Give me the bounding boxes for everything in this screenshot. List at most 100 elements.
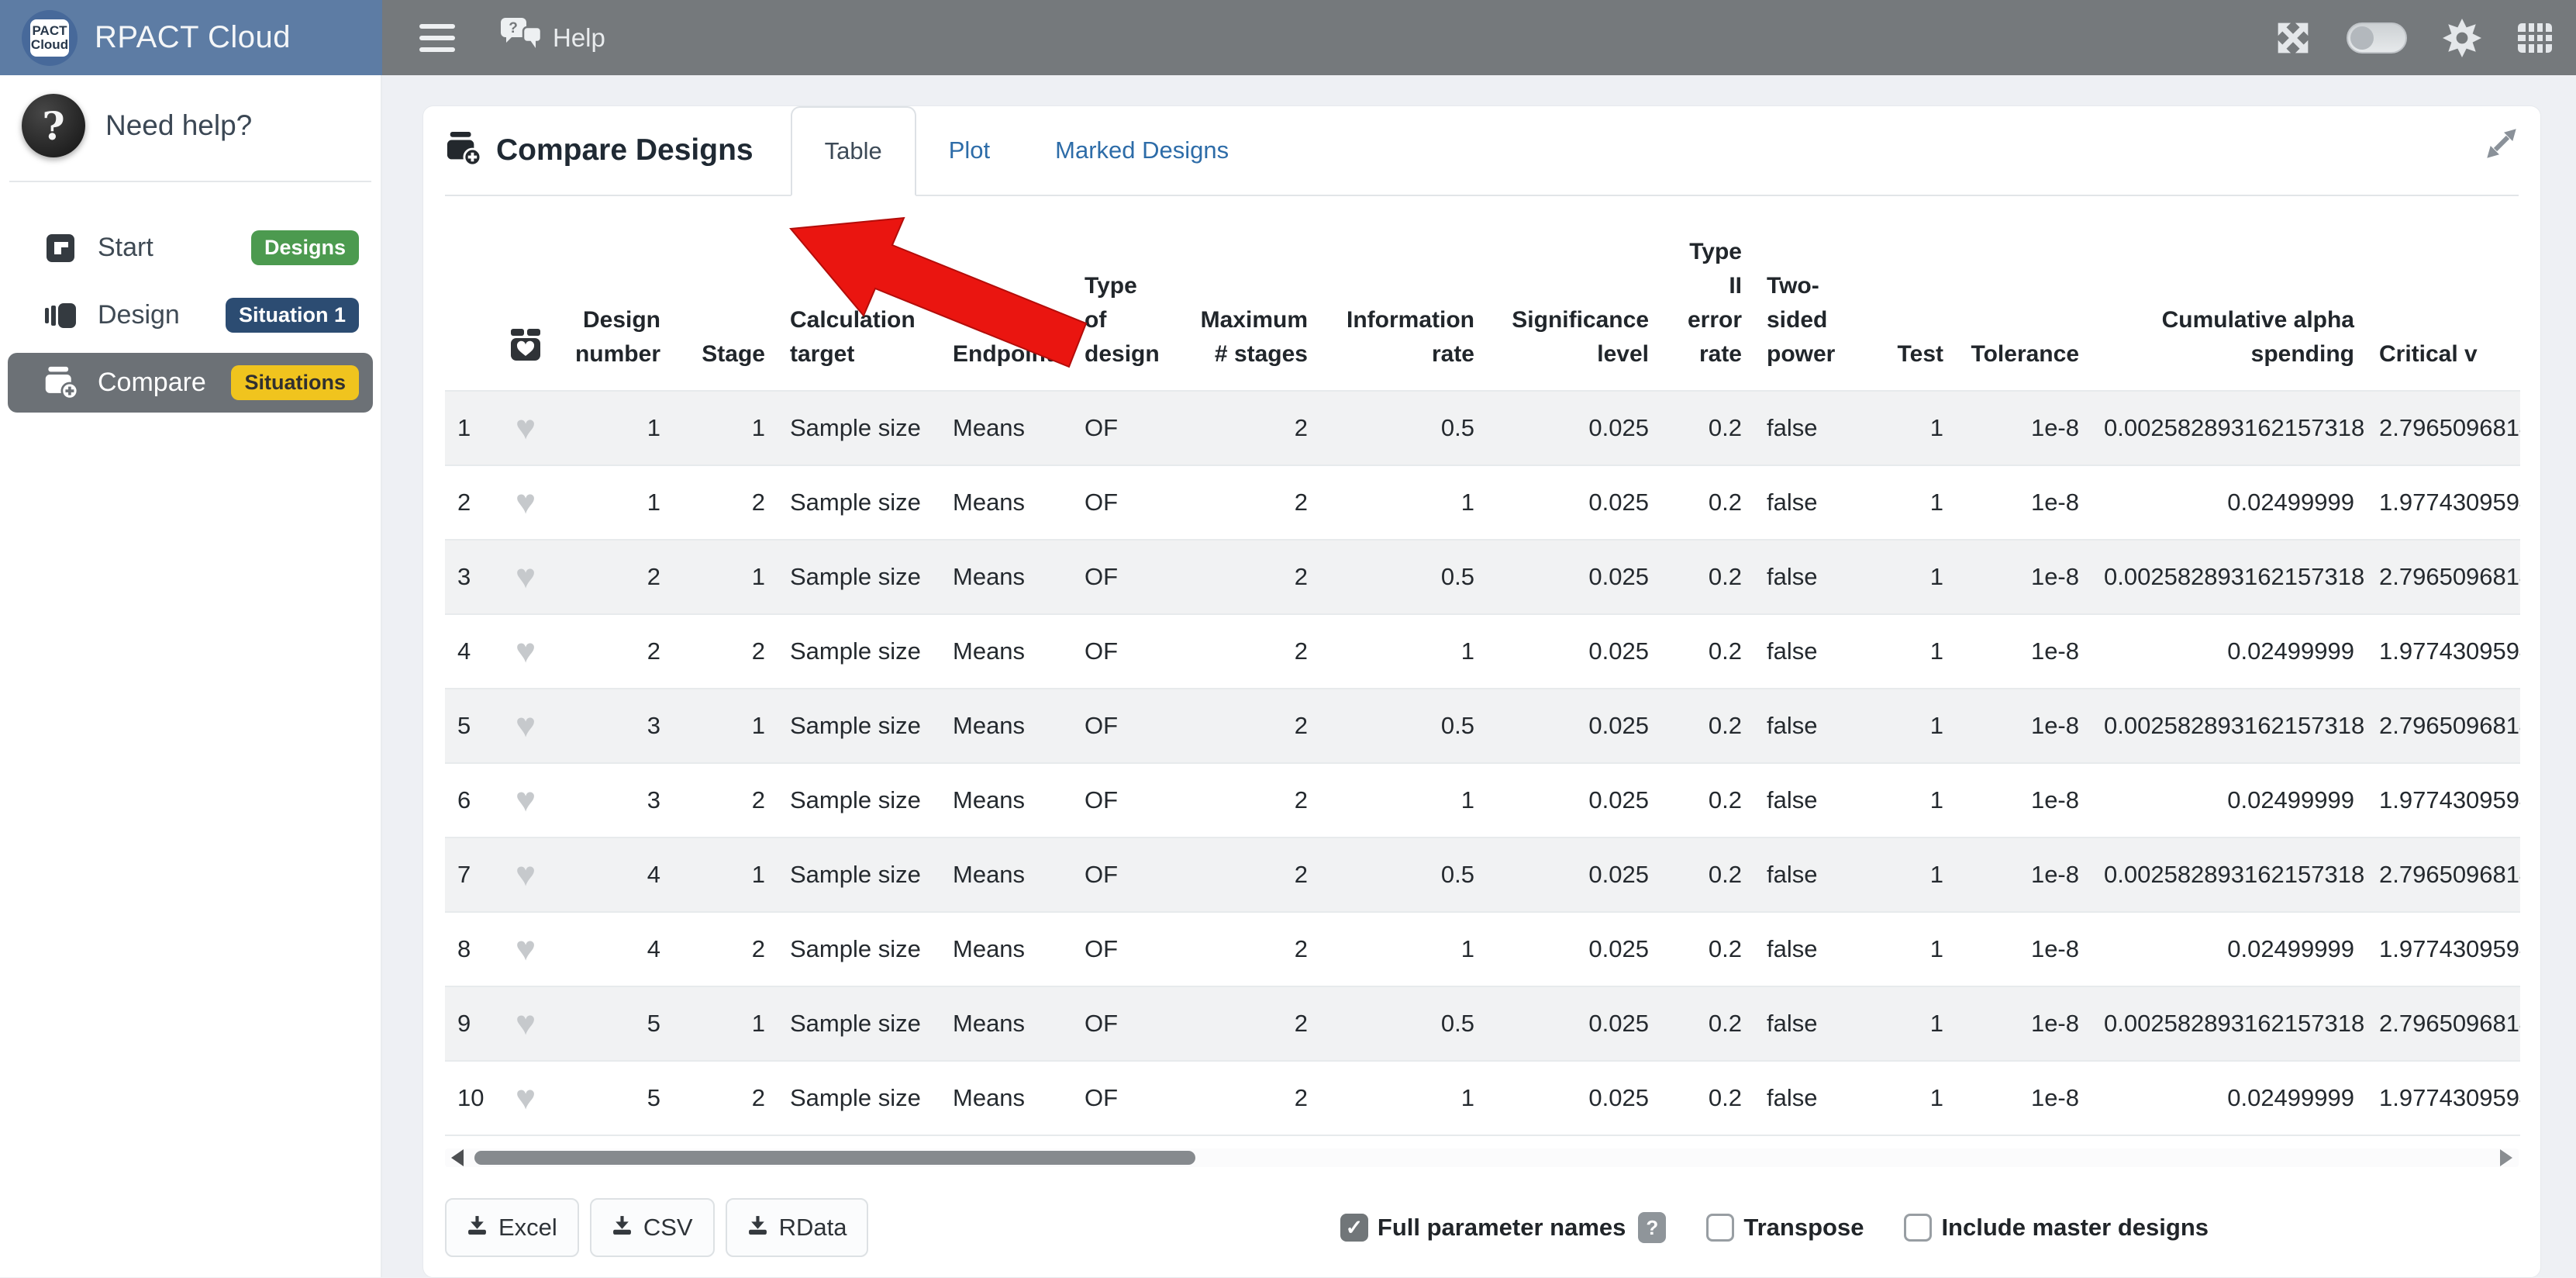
cell-beta: 0.2 [1661,689,1754,763]
cell-max: 2 [1169,912,1320,986]
tab-marked-designs[interactable]: Marked Designs [1022,106,1261,195]
table-row[interactable]: 10♥52Sample sizeMeansOF210.0250.2false11… [445,1061,2520,1135]
cell-heart[interactable]: ♥ [495,689,557,763]
table-row[interactable]: 7♥41Sample sizeMeansOF20.50.0250.2false1… [445,838,2520,912]
cell-heart[interactable]: ♥ [495,986,557,1061]
scroll-left-icon[interactable] [451,1149,464,1166]
cell-heart[interactable]: ♥ [495,912,557,986]
cell-type: OF [1072,912,1169,986]
cell-idx: 4 [445,614,495,689]
cell-type: OF [1072,1061,1169,1135]
cell-target: Sample size [778,540,940,614]
table-row[interactable]: 9♥51Sample sizeMeansOF20.50.0250.2false1… [445,986,2520,1061]
fullscreen-icon[interactable] [2275,20,2311,56]
table-row[interactable]: 5♥31Sample sizeMeansOF20.50.0250.2false1… [445,689,2520,763]
mark-design-heart-icon[interactable]: ♥ [516,558,536,596]
cell-target: Sample size [778,763,940,838]
full-parameter-names-checkbox[interactable]: Full parameter names ? [1340,1212,1666,1243]
horizontal-scrollbar[interactable] [445,1148,2519,1167]
table-row[interactable]: 1♥11Sample sizeMeansOF20.50.0250.2false1… [445,391,2520,465]
cell-design: 4 [557,838,673,912]
table-row[interactable]: 8♥42Sample sizeMeansOF210.0250.2false11e… [445,912,2520,986]
cell-target: Sample size [778,838,940,912]
cell-target: Sample size [778,391,940,465]
cell-design: 1 [557,465,673,540]
mark-design-heart-icon[interactable]: ♥ [516,409,536,447]
settings-sun-icon[interactable] [2443,19,2481,57]
table-row[interactable]: 4♥22Sample sizeMeansOF210.0250.2false11e… [445,614,2520,689]
sidebar-divider [9,181,371,182]
table-row[interactable]: 3♥21Sample sizeMeansOF20.50.0250.2false1… [445,540,2520,614]
help-menu[interactable]: ? Help [500,17,605,59]
cell-heart[interactable]: ♥ [495,465,557,540]
question-mark-avatar: ? [22,94,85,157]
need-help-item[interactable]: ? Need help? [0,75,381,173]
table-row[interactable]: 6♥32Sample sizeMeansOF210.0250.2false11e… [445,763,2520,838]
cell-heart[interactable]: ♥ [495,838,557,912]
sidebar-item-compare[interactable]: Compare Situations [8,353,373,413]
cell-tol: 1e-8 [1956,986,2091,1061]
toggle-knob [2350,26,2374,50]
theme-toggle[interactable] [2347,22,2407,54]
scrollbar-track[interactable] [470,1148,2500,1167]
transpose-checkbox[interactable]: Transpose [1706,1214,1864,1242]
grid-apps-icon[interactable] [2517,22,2553,54]
rdata-export-button[interactable]: RData [726,1198,869,1257]
cell-sig: 0.025 [1487,912,1661,986]
topbar: PACT Cloud RPACT Cloud ? Help [0,0,2576,75]
mark-design-heart-icon[interactable]: ♥ [516,930,536,968]
cell-heart[interactable]: ♥ [495,614,557,689]
tab-plot[interactable]: Plot [916,106,1022,195]
cell-two: false [1754,763,1871,838]
cell-info: 0.5 [1320,838,1487,912]
sidebar-item-label: Design [98,300,180,330]
cell-crit: 2.79650968146 [2367,838,2520,912]
mark-design-heart-icon[interactable]: ♥ [516,483,536,521]
cell-idx: 6 [445,763,495,838]
checkbox-label: Full parameter names [1378,1214,1626,1242]
need-help-label: Need help? [105,109,252,142]
cell-endpoint: Means [940,763,1072,838]
cell-heart[interactable]: ♥ [495,540,557,614]
cell-max: 2 [1169,986,1320,1061]
scrollbar-thumb[interactable] [474,1151,1195,1165]
cell-info: 1 [1320,465,1487,540]
cell-endpoint: Means [940,1061,1072,1135]
mark-design-heart-icon[interactable]: ♥ [516,855,536,893]
cell-heart[interactable]: ♥ [495,391,557,465]
compare-icon [43,366,78,400]
mark-design-heart-icon[interactable]: ♥ [516,1079,536,1117]
checkbox-box[interactable] [1340,1214,1368,1242]
sidebar-toggle-icon[interactable] [419,24,455,52]
mark-design-heart-icon[interactable]: ♥ [516,781,536,819]
button-label: Excel [498,1214,557,1242]
help-tooltip-icon[interactable]: ? [1638,1212,1666,1243]
excel-export-button[interactable]: Excel [445,1198,579,1257]
cell-beta: 0.2 [1661,540,1754,614]
include-master-designs-checkbox[interactable]: Include master designs [1904,1214,2209,1242]
cell-design: 5 [557,1061,673,1135]
cell-crit: 2.79650968146 [2367,986,2520,1061]
expand-card-icon[interactable] [2486,128,2517,163]
cell-alpha: 0.02499999 [2091,763,2367,838]
csv-export-button[interactable]: CSV [590,1198,715,1257]
mark-design-heart-icon[interactable]: ♥ [516,632,536,670]
checkbox-box[interactable] [1904,1214,1932,1242]
tab-table[interactable]: Table [791,106,916,196]
checkbox-box[interactable] [1706,1214,1734,1242]
cell-tol: 1e-8 [1956,391,2091,465]
table-row[interactable]: 2♥12Sample sizeMeansOF210.0250.2false11e… [445,465,2520,540]
rpact-logo[interactable]: PACT Cloud [22,10,78,66]
designs-table: Design numberStageCalculation targetEndp… [445,226,2520,1136]
mark-design-heart-icon[interactable]: ♥ [516,1004,536,1042]
scroll-right-icon[interactable] [2500,1149,2512,1166]
col-header-info: Information rate [1320,226,1487,391]
cell-alpha: 0.02499999 [2091,1061,2367,1135]
cell-beta: 0.2 [1661,1061,1754,1135]
cell-sig: 0.025 [1487,1061,1661,1135]
cell-heart[interactable]: ♥ [495,763,557,838]
mark-design-heart-icon[interactable]: ♥ [516,706,536,744]
cell-heart[interactable]: ♥ [495,1061,557,1135]
sidebar-item-start[interactable]: Start Designs [8,218,373,278]
sidebar-item-design[interactable]: Design Situation 1 [8,285,373,345]
